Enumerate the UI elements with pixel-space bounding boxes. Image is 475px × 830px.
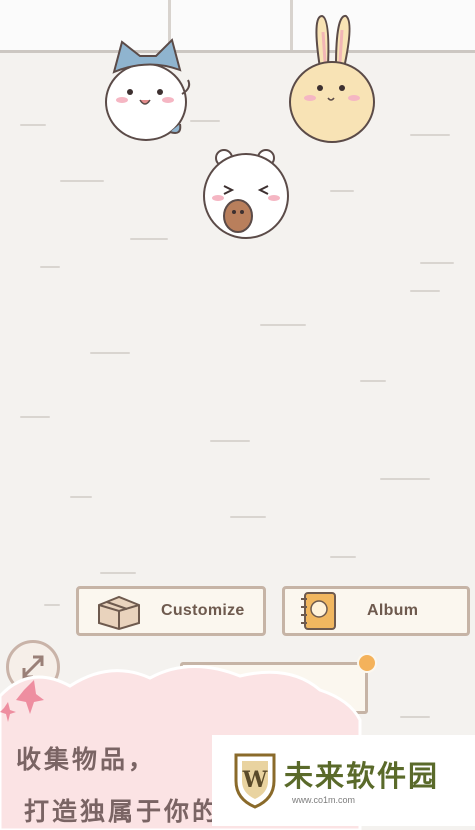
photo-album-icon — [301, 592, 336, 630]
watermark: W 未来软件园 www.co1m.com — [212, 735, 475, 826]
customize-button[interactable]: Customize — [76, 586, 266, 636]
promo-line-2: 打造独属于你的 — [24, 797, 221, 826]
room-wall — [0, 0, 475, 53]
album-button[interactable]: Album — [282, 586, 470, 636]
shield-emblem-icon: W — [234, 753, 276, 809]
promo-line-1: 收集物品， — [16, 745, 157, 774]
customize-label: Customize — [161, 602, 245, 619]
album-label: Album — [367, 602, 419, 619]
chiikawa-character[interactable] — [202, 146, 294, 242]
watermark-url: www.co1m.com — [292, 795, 356, 805]
cardboard-box-icon — [98, 595, 140, 631]
emblem-letter: W — [242, 767, 268, 793]
watermark-title: 未来软件园 — [284, 759, 440, 793]
usagi-character[interactable] — [286, 12, 378, 146]
hachiware-character[interactable] — [100, 36, 195, 146]
